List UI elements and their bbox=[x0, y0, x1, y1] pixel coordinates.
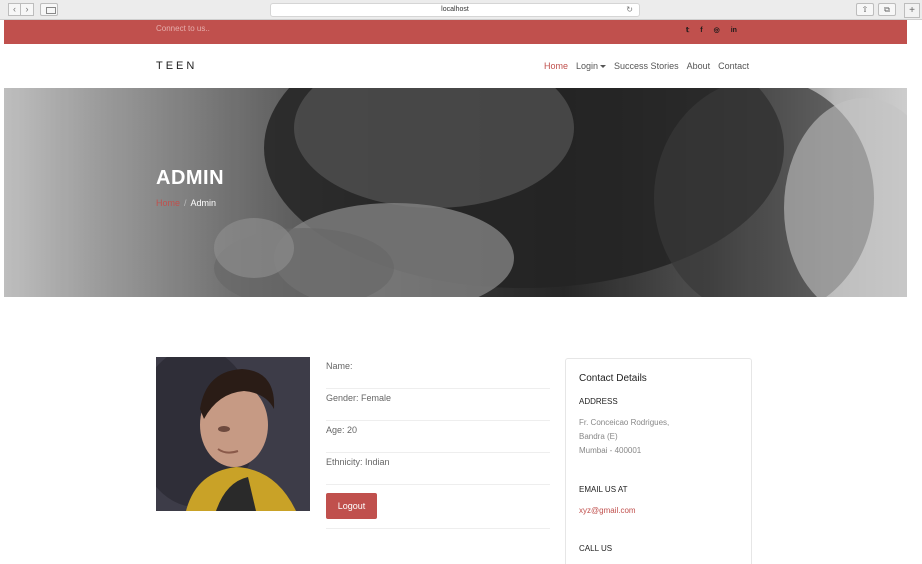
nav-item-success-stories[interactable]: Success Stories bbox=[614, 61, 679, 71]
profile-details: Name: Gender: Female Age: 20 Ethnicity: … bbox=[326, 357, 550, 529]
browser-right-buttons: ⇧ ⧉ bbox=[856, 3, 896, 16]
url-text: localhost bbox=[441, 6, 469, 13]
nav-item-about[interactable]: About bbox=[687, 61, 711, 71]
breadcrumb: Home / Admin bbox=[156, 198, 216, 208]
address-line-3: Mumbai - 400001 bbox=[579, 446, 642, 455]
nav-item-login[interactable]: Login bbox=[576, 61, 607, 71]
address-heading: ADDRESS bbox=[579, 397, 618, 406]
hero-banner: ADMIN Home / Admin bbox=[4, 88, 907, 297]
address-line-1: Fr. Conceicao Rodrigues, bbox=[579, 418, 670, 427]
top-bar: Connect to us.. 𝕥 f ◎ in bbox=[4, 20, 907, 44]
detail-age: Age: 20 bbox=[326, 421, 550, 453]
profile-photo bbox=[156, 357, 310, 511]
address-bar[interactable]: localhost ↻ bbox=[270, 3, 640, 17]
facebook-icon[interactable]: f bbox=[700, 26, 702, 36]
site-logo[interactable]: TEEN bbox=[156, 60, 197, 72]
reload-icon[interactable]: ↻ bbox=[626, 4, 633, 16]
detail-ethnicity: Ethnicity: Indian bbox=[326, 453, 550, 485]
email-link[interactable]: xyz@gmail.com bbox=[579, 506, 636, 515]
main-nav: TEEN Home Login Success Stories About Co… bbox=[0, 44, 922, 88]
connect-text: Connect to us.. bbox=[156, 24, 210, 33]
tabs-icon[interactable]: ⧉ bbox=[878, 3, 896, 16]
breadcrumb-home[interactable]: Home bbox=[156, 198, 180, 208]
detail-gender: Gender: Female bbox=[326, 389, 550, 421]
browser-toolbar: ‹ › localhost ↻ ⇧ ⧉ + bbox=[0, 0, 922, 20]
breadcrumb-separator: / bbox=[184, 198, 187, 208]
nav-menu: Home Login Success Stories About Contact bbox=[544, 61, 749, 71]
back-icon[interactable]: ‹ bbox=[8, 3, 21, 16]
nav-item-contact[interactable]: Contact bbox=[718, 61, 749, 71]
new-tab-icon[interactable]: + bbox=[904, 3, 920, 18]
call-heading: CALL US bbox=[579, 544, 613, 553]
twitter-icon[interactable]: 𝕥 bbox=[686, 26, 689, 36]
logout-row: Logout bbox=[326, 485, 550, 529]
nav-item-home[interactable]: Home bbox=[544, 61, 568, 71]
instagram-icon[interactable]: ◎ bbox=[714, 26, 720, 36]
logout-button[interactable]: Logout bbox=[326, 493, 377, 519]
nav-item-login-label: Login bbox=[576, 61, 599, 71]
detail-name: Name: bbox=[326, 357, 550, 389]
email-heading: EMAIL US AT bbox=[579, 485, 628, 494]
sidebar-toggle-icon[interactable] bbox=[40, 3, 58, 16]
browser-nav-buttons: ‹ › bbox=[8, 3, 34, 16]
address-line-2: Bandra (E) bbox=[579, 432, 618, 441]
contact-card: Contact Details ADDRESS Fr. Conceicao Ro… bbox=[565, 358, 752, 564]
linkedin-icon[interactable]: in bbox=[731, 26, 737, 36]
breadcrumb-current: Admin bbox=[190, 198, 217, 208]
forward-icon[interactable]: › bbox=[21, 3, 34, 16]
share-icon[interactable]: ⇧ bbox=[856, 3, 874, 16]
contact-title: Contact Details bbox=[579, 373, 647, 384]
social-links: 𝕥 f ◎ in bbox=[686, 26, 737, 36]
page-title: ADMIN bbox=[156, 167, 225, 189]
caret-down-icon bbox=[600, 65, 607, 69]
hero-photo bbox=[4, 88, 907, 297]
